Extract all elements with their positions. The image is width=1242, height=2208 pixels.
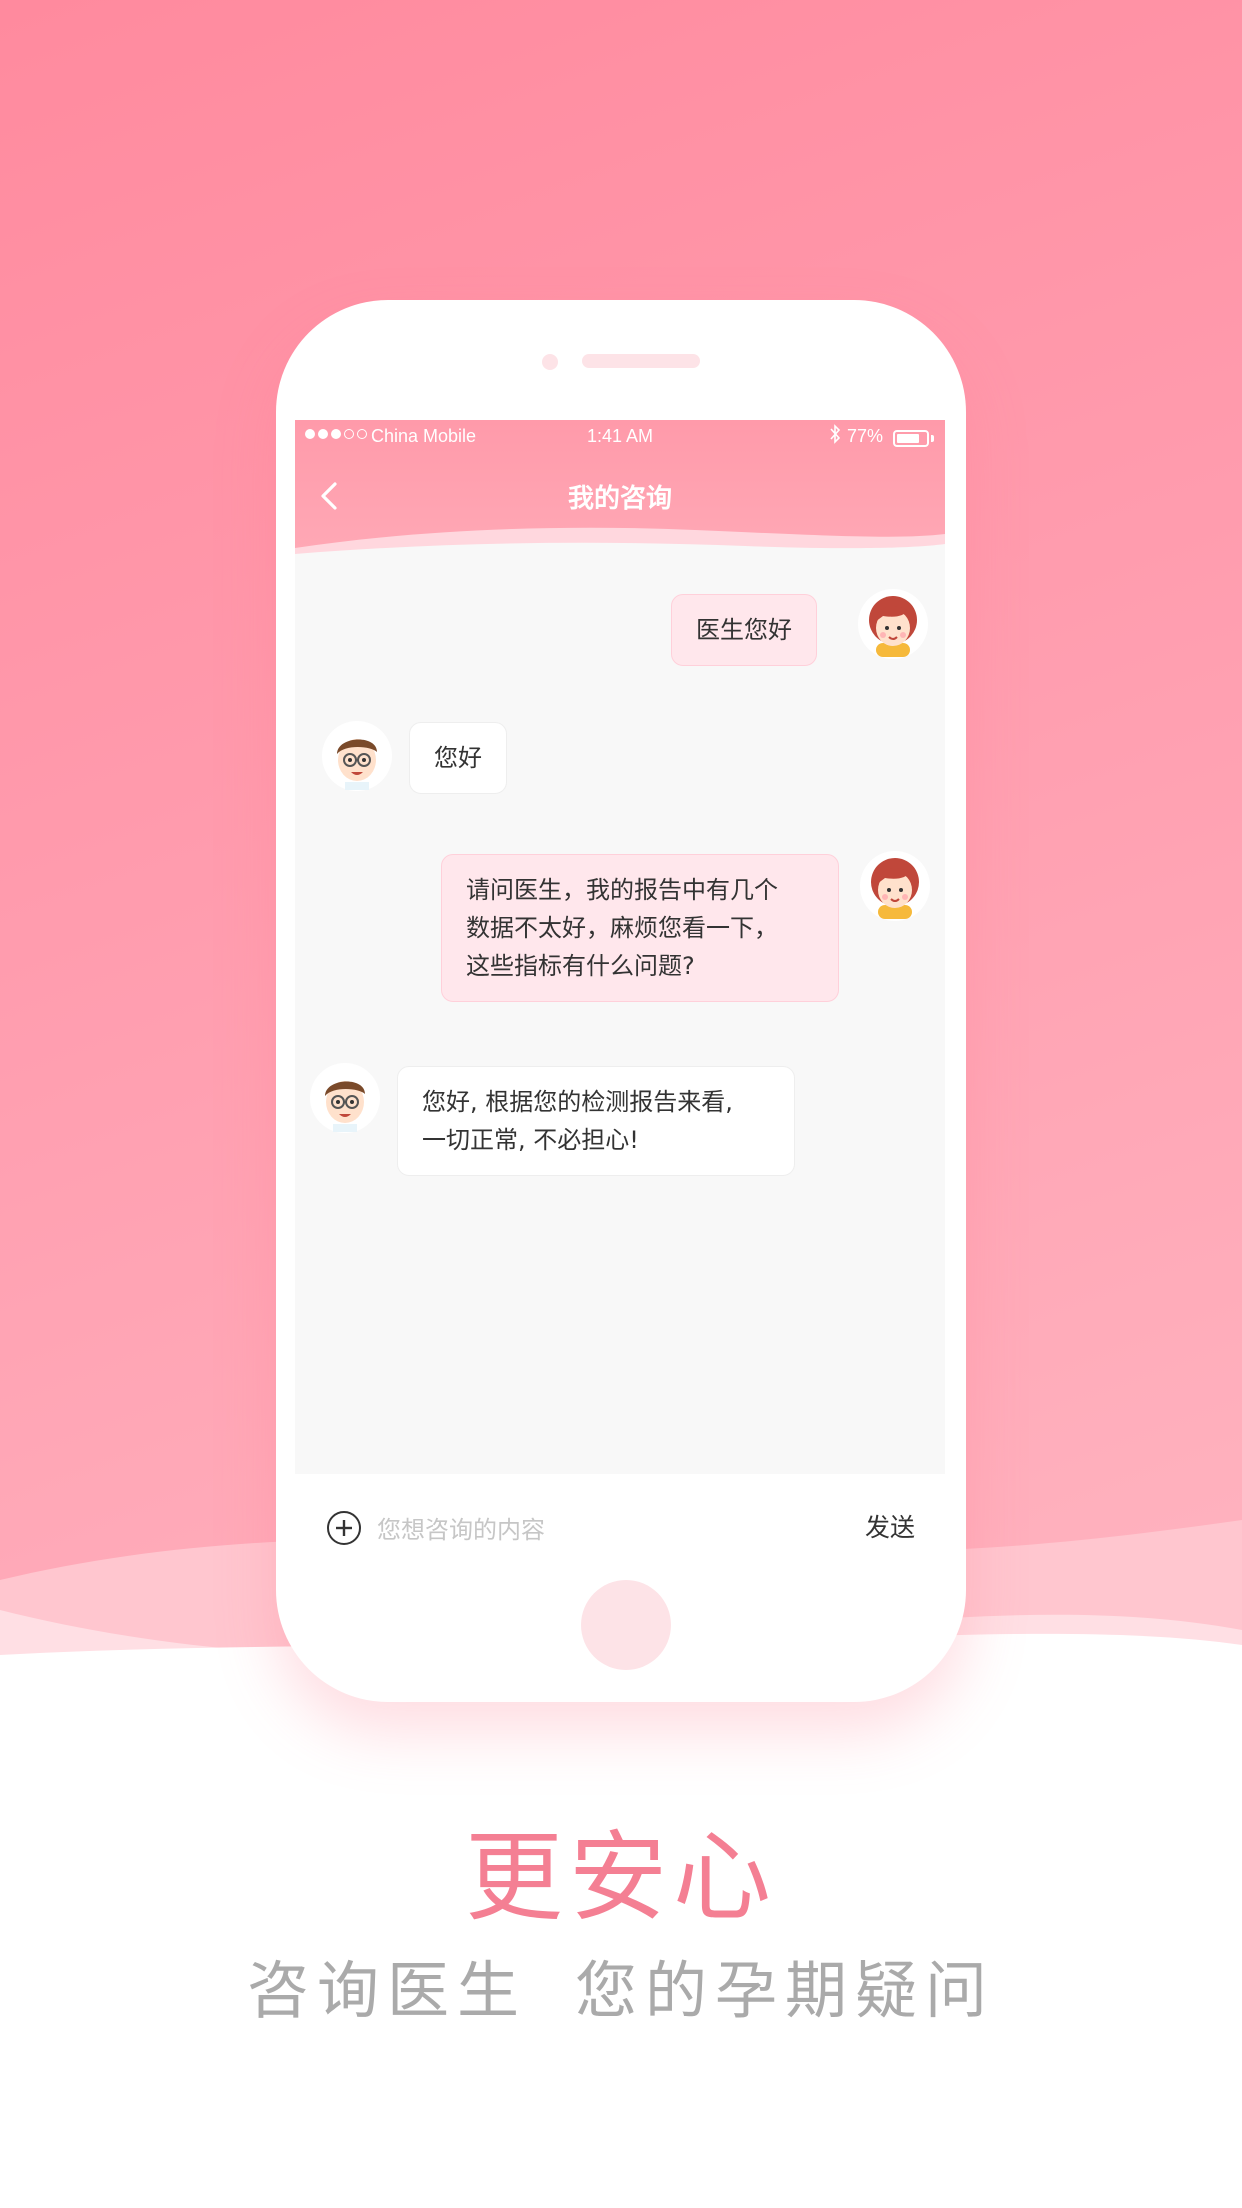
page-title: 我的咨询 [567, 484, 672, 514]
send-button[interactable]: 发送 [865, 1508, 915, 1544]
chat-screen: China Mobile 1:41 AM 77% 我的咨询 医生您好 您好 请问… [295, 420, 945, 1480]
battery-percent: 77% [847, 426, 884, 446]
headline: 更安心 [464, 1821, 777, 1935]
message-bubble-doctor: 您好 [409, 722, 507, 794]
message-line: 数据不太好，麻烦您看一下， [466, 914, 778, 942]
phone-camera [542, 354, 558, 370]
user-avatar-icon[interactable] [859, 850, 931, 922]
message-line: 一切正常, 不必担心! [422, 1126, 639, 1154]
message-bubble-user: 请问医生，我的报告中有几个 数据不太好，麻烦您看一下， 这些指标有什么问题? [441, 854, 839, 1002]
message-bubble-doctor: 您好, 根据您的检测报告来看, 一切正常, 不必担心! [397, 1066, 795, 1176]
message-line: 您好, 根据您的检测报告来看, [422, 1088, 733, 1116]
bluetooth-icon [829, 424, 841, 449]
message-text: 医生您好 [696, 616, 792, 644]
subheadline-right: 您的孕期疑问 [575, 1954, 996, 2027]
message-bubble-user: 医生您好 [671, 594, 817, 666]
nav-wave [295, 527, 945, 562]
message-line: 请问医生，我的报告中有几个 [466, 876, 778, 904]
phone-frame: China Mobile 1:41 AM 77% 我的咨询 医生您好 您好 请问… [276, 300, 966, 1702]
doctor-avatar-icon[interactable] [309, 1062, 381, 1134]
subheadline: 咨询医生 您的孕期疑问 [0, 1940, 1242, 2030]
subheadline-left: 咨询医生 [246, 1954, 527, 2027]
input-bar: 您想咨询的内容 发送 [295, 1474, 945, 1578]
battery-tip [931, 435, 934, 442]
message-line: 这些指标有什么问题? [466, 952, 695, 980]
phone-home-button [581, 1580, 671, 1670]
phone-speaker [582, 354, 700, 368]
message-text: 您好 [434, 744, 482, 772]
status-bar: China Mobile 1:41 AM 77% [295, 420, 945, 456]
plus-circle-icon [327, 1511, 361, 1545]
user-avatar-icon[interactable] [857, 588, 929, 660]
battery-icon [893, 430, 929, 447]
attach-button[interactable] [325, 1509, 363, 1547]
battery-level [897, 434, 919, 443]
doctor-avatar-icon[interactable] [321, 720, 393, 792]
nav-bar: China Mobile 1:41 AM 77% 我的咨询 [295, 420, 945, 562]
message-input[interactable]: 您想咨询的内容 [377, 1510, 545, 1545]
